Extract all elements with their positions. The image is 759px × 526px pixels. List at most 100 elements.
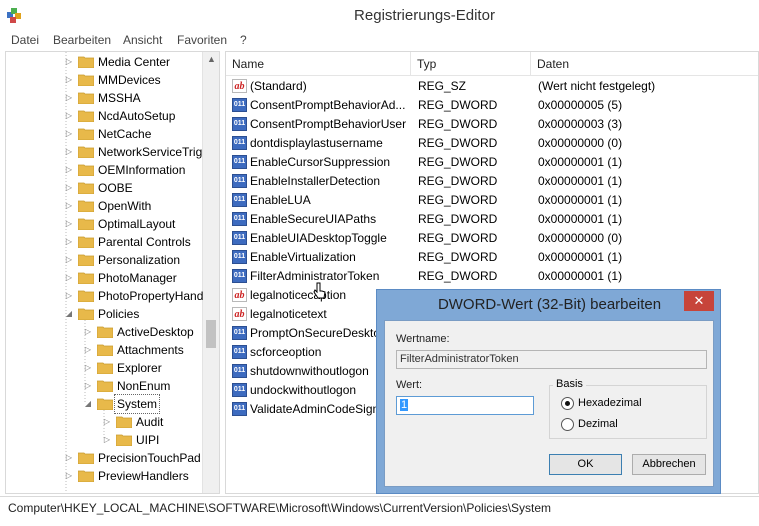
expand-arrow-icon[interactable]: ▷ <box>64 161 74 179</box>
value-row[interactable]: 011 EnableLUA REG_DWORD 0x00000001 (1) <box>226 191 758 210</box>
radio-dec-button[interactable] <box>561 418 574 431</box>
tree-scrollbar[interactable]: ▲ <box>202 52 219 493</box>
tree-item[interactable]: ▷ OptimalLayout <box>6 215 201 233</box>
expand-arrow-icon[interactable]: ▷ <box>64 449 74 467</box>
expand-arrow-icon[interactable]: ▷ <box>64 53 74 71</box>
column-header-type[interactable]: Typ <box>411 52 531 76</box>
value-data-input[interactable]: 1 <box>396 396 534 415</box>
tree-item-label[interactable]: NcdAutoSetup <box>98 107 175 125</box>
value-row[interactable]: 011 EnableSecureUIAPaths REG_DWORD 0x000000… <box>226 210 758 229</box>
tree-item[interactable]: ▷ Personalization <box>6 251 201 269</box>
key-tree-pane[interactable]: ▲ ▷ Media Center ▷ MMDevices ▷ MSSHA ▷ NcdAutoS… <box>5 51 220 494</box>
radio-dec-label[interactable]: Dezimal <box>578 418 618 430</box>
tree-item-label[interactable]: System <box>113 394 161 414</box>
tree-item[interactable]: ▷ PhotoManager <box>6 269 201 287</box>
scroll-up-arrow-icon[interactable]: ▲ <box>207 54 216 64</box>
collapse-arrow-icon[interactable]: ◢ <box>83 395 93 413</box>
value-row[interactable]: 011 ConsentPromptBehaviorUser REG_DWORD 0x0… <box>226 115 758 134</box>
tree-item-label[interactable]: OOBE <box>98 179 133 197</box>
expand-arrow-icon[interactable]: ▷ <box>83 359 93 377</box>
value-row[interactable]: ab (Standard) REG_SZ (Wert nicht festgelegt… <box>226 77 758 96</box>
value-row[interactable]: 011 ConsentPromptBehaviorAd... REG_DWORD 0x… <box>226 96 758 115</box>
radio-hex-label[interactable]: Hexadezimal <box>578 397 642 409</box>
tree-item[interactable]: ▷ NonEnum <box>6 377 201 395</box>
value-row[interactable]: 011 EnableUIADesktopToggle REG_DWORD 0x0000… <box>226 229 758 248</box>
tree-item[interactable]: ▷ PreviewHandlers <box>6 467 201 485</box>
tree-item[interactable]: ▷ OpenWith <box>6 197 201 215</box>
close-icon[interactable]: ✕ <box>684 291 714 311</box>
tree-item[interactable]: ◢ System <box>6 394 201 414</box>
expand-arrow-icon[interactable]: ▷ <box>64 287 74 305</box>
expand-arrow-icon[interactable]: ▷ <box>64 197 74 215</box>
tree-item-label[interactable]: UIPI <box>136 431 159 449</box>
tree-item-label[interactable]: NetCache <box>98 125 151 143</box>
expand-arrow-icon[interactable]: ▷ <box>102 431 112 449</box>
expand-arrow-icon[interactable]: ▷ <box>64 467 74 485</box>
expand-arrow-icon[interactable]: ▷ <box>64 107 74 125</box>
tree-item[interactable]: ◢ Policies <box>6 305 201 323</box>
tree-item-label[interactable]: ActiveDesktop <box>117 323 194 341</box>
value-row[interactable]: 011 EnableCursorSuppression REG_DWORD 0x000… <box>226 153 758 172</box>
tree-item[interactable]: ▷ Parental Controls <box>6 233 201 251</box>
column-header-name[interactable]: Name <box>226 52 411 76</box>
column-header-data[interactable]: Daten <box>531 52 758 76</box>
expand-arrow-icon[interactable]: ▷ <box>64 233 74 251</box>
value-row[interactable]: 011 FilterAdministratorToken REG_DWORD 0x00… <box>226 267 758 286</box>
tree-scroll-thumb[interactable] <box>206 320 216 348</box>
expand-arrow-icon[interactable]: ▷ <box>83 323 93 341</box>
expand-arrow-icon[interactable]: ▷ <box>64 125 74 143</box>
tree-item-label[interactable]: Audit <box>136 413 163 431</box>
expand-arrow-icon[interactable]: ▷ <box>64 71 74 89</box>
tree-item-label[interactable]: Media Center <box>98 53 170 71</box>
value-row[interactable]: 011 EnableInstallerDetection REG_DWORD 0x00… <box>226 172 758 191</box>
tree-item[interactable]: ▷ UIPI <box>6 431 201 449</box>
expand-arrow-icon[interactable]: ▷ <box>64 251 74 269</box>
tree-item[interactable]: ▷ PhotoPropertyHand <box>6 287 203 305</box>
tree-item-label[interactable]: Explorer <box>117 359 162 377</box>
tree-item[interactable]: ▷ Attachments <box>6 341 201 359</box>
tree-item-label[interactable]: MMDevices <box>98 71 161 89</box>
tree-item[interactable]: ▷ MMDevices <box>6 71 201 89</box>
menu-datei[interactable]: Datei <box>11 33 39 47</box>
tree-item[interactable]: ▷ OEMInformation <box>6 161 201 179</box>
ok-button[interactable]: OK <box>549 454 622 475</box>
expand-arrow-icon[interactable]: ▷ <box>64 269 74 287</box>
tree-item-label[interactable]: MSSHA <box>98 89 141 107</box>
collapse-arrow-icon[interactable]: ◢ <box>64 305 74 323</box>
tree-item-label[interactable]: OEMInformation <box>98 161 185 179</box>
expand-arrow-icon[interactable]: ▷ <box>83 377 93 395</box>
tree-item-label[interactable]: OptimalLayout <box>98 215 175 233</box>
tree-item[interactable]: ▷ Explorer <box>6 359 201 377</box>
expand-arrow-icon[interactable]: ▷ <box>64 143 74 161</box>
tree-item[interactable]: ▷ NetworkServiceTrig <box>6 143 202 161</box>
tree-item[interactable]: ▷ NcdAutoSetup <box>6 107 201 125</box>
tree-item[interactable]: ▷ Audit <box>6 413 201 431</box>
expand-arrow-icon[interactable]: ▷ <box>83 341 93 359</box>
tree-item-label[interactable]: Parental Controls <box>98 233 191 251</box>
expand-arrow-icon[interactable]: ▷ <box>64 89 74 107</box>
value-row[interactable]: 011 dontdisplaylastusername REG_DWORD 0x000… <box>226 134 758 153</box>
tree-item-label[interactable]: PrecisionTouchPad <box>98 449 201 467</box>
radio-hex-button[interactable] <box>561 397 574 410</box>
tree-item-label[interactable]: Personalization <box>98 251 180 269</box>
tree-item-label[interactable]: Attachments <box>117 341 184 359</box>
tree-item-label[interactable]: NetworkServiceTrig <box>98 143 202 161</box>
tree-item[interactable]: ▷ Media Center <box>6 53 201 71</box>
tree-item-label[interactable]: PhotoManager <box>98 269 177 287</box>
tree-item[interactable]: ▷ NetCache <box>6 125 201 143</box>
tree-item-label[interactable]: OpenWith <box>98 197 151 215</box>
menu-ansicht[interactable]: Ansicht <box>123 33 162 47</box>
menu-help[interactable]: ? <box>240 33 247 47</box>
menu-bearbeiten[interactable]: Bearbeiten <box>53 33 111 47</box>
tree-item[interactable]: ▷ PrecisionTouchPad <box>6 449 201 467</box>
expand-arrow-icon[interactable]: ▷ <box>64 179 74 197</box>
tree-item-label[interactable]: PhotoPropertyHand <box>98 287 203 305</box>
tree-item-label[interactable]: NonEnum <box>117 377 170 395</box>
menu-favoriten[interactable]: Favoriten <box>177 33 227 47</box>
expand-arrow-icon[interactable]: ▷ <box>102 413 112 431</box>
tree-item[interactable]: ▷ MSSHA <box>6 89 201 107</box>
tree-item-label[interactable]: Policies <box>98 305 139 323</box>
tree-item[interactable]: ▷ ActiveDesktop <box>6 323 201 341</box>
expand-arrow-icon[interactable]: ▷ <box>64 215 74 233</box>
cancel-button[interactable]: Abbrechen <box>632 454 706 475</box>
